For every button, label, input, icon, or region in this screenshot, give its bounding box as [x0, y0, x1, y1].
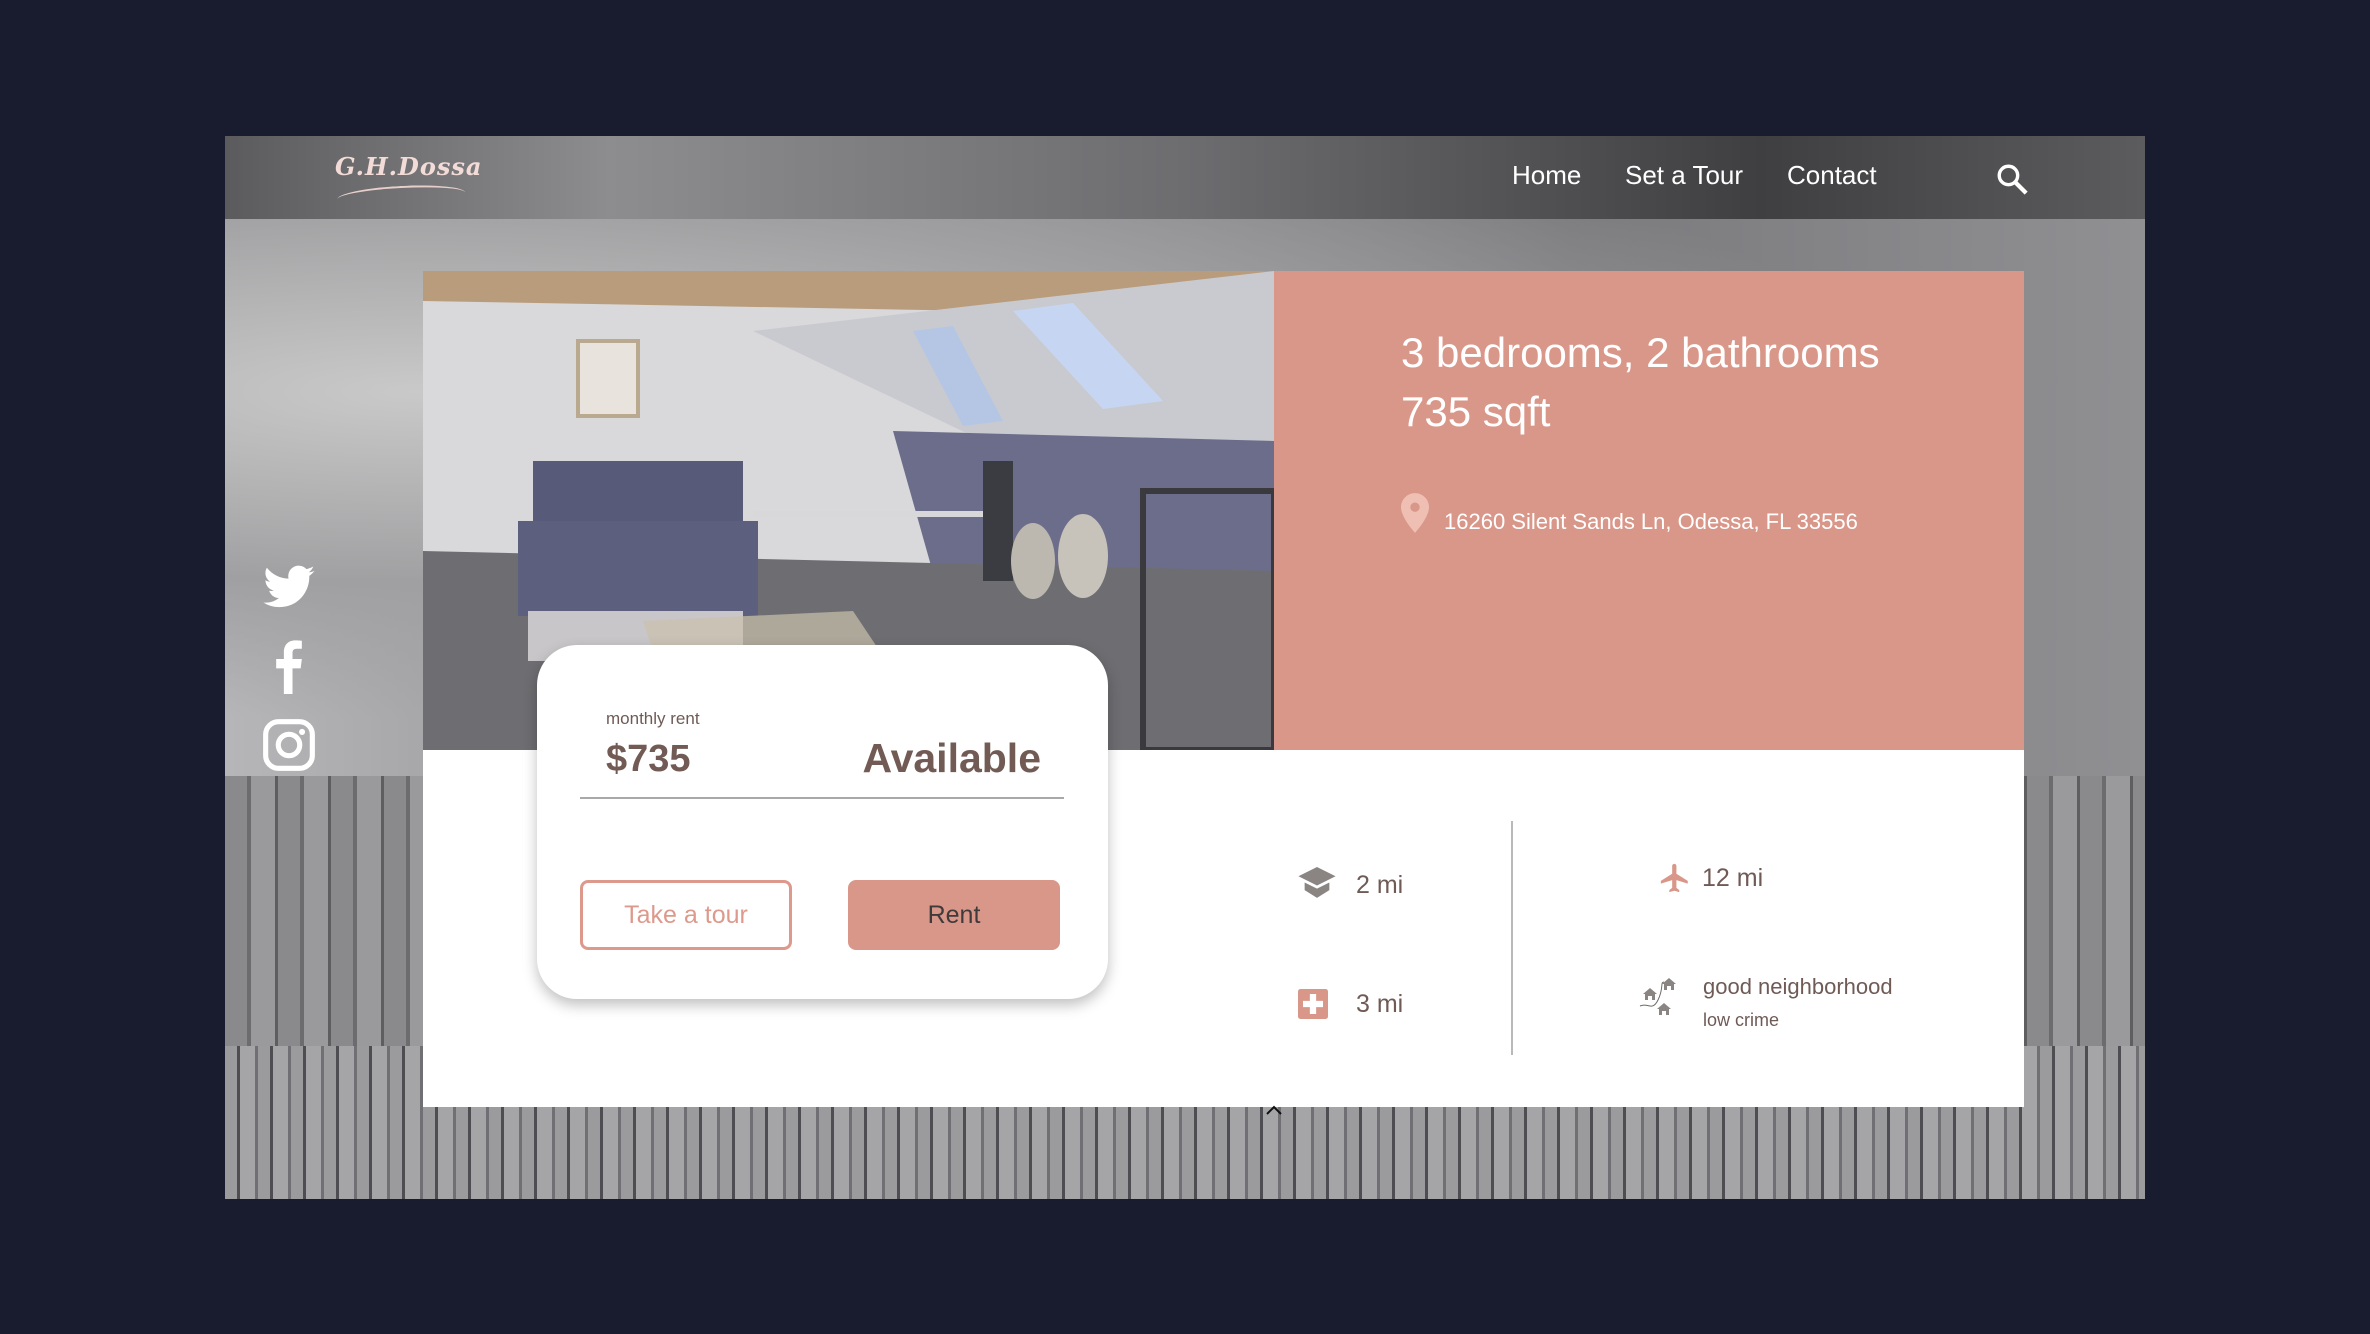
airport-distance: 12 mi [1702, 864, 1764, 892]
listing-address: 16260 Silent Sands Ln, Odessa, FL 33556 [1444, 509, 1858, 534]
rent-button[interactable]: Rent [848, 880, 1060, 950]
page-frame: G.H.Dossa Home Set a Tour Contact 3 bedr… [225, 136, 2145, 1199]
rent-price: $735 [606, 738, 691, 780]
nav-home[interactable]: Home [1512, 160, 1581, 191]
facebook-icon[interactable] [261, 638, 317, 694]
logo-text: G.H.Dossa [335, 152, 483, 181]
logo-swoosh [336, 182, 466, 202]
nav-set-a-tour[interactable]: Set a Tour [1625, 160, 1743, 191]
chevron-up-icon[interactable] [1265, 1104, 1283, 1116]
availability-status: Available [862, 735, 1041, 781]
location-pin-icon [1401, 493, 1429, 533]
header: G.H.Dossa Home Set a Tour Contact [225, 136, 2145, 219]
nav-contact[interactable]: Contact [1787, 160, 1877, 191]
crime-level: low crime [1703, 1010, 1780, 1030]
monthly-rent-label: monthly rent [606, 709, 700, 728]
airplane-icon [1660, 863, 1688, 893]
neighborhood-houses-icon [1639, 978, 1676, 1015]
hospital-distance: 3 mi [1356, 990, 1404, 1018]
take-a-tour-button[interactable]: Take a tour [580, 880, 792, 950]
hospital-cross-icon [1298, 989, 1328, 1019]
listing-details-panel: 3 bedrooms, 2 bathrooms 735 sqft 16260 S… [1274, 271, 2024, 750]
twitter-icon[interactable] [261, 560, 317, 616]
search-icon[interactable] [1995, 162, 2029, 196]
listing-title-rooms: 3 bedrooms, 2 bathrooms [1401, 329, 1880, 376]
neighborhood-quality: good neighborhood [1703, 974, 1893, 999]
card-divider [580, 797, 1064, 799]
rent-card: monthly rent $735 Available Take a tour … [537, 645, 1108, 999]
logo[interactable]: G.H.Dossa [335, 152, 483, 202]
instagram-icon[interactable] [261, 717, 317, 773]
graduation-cap-icon [1298, 867, 1336, 898]
listing-title-size: 735 sqft [1401, 388, 1551, 435]
school-distance: 2 mi [1356, 871, 1404, 899]
amenities-divider [1511, 821, 1513, 1055]
